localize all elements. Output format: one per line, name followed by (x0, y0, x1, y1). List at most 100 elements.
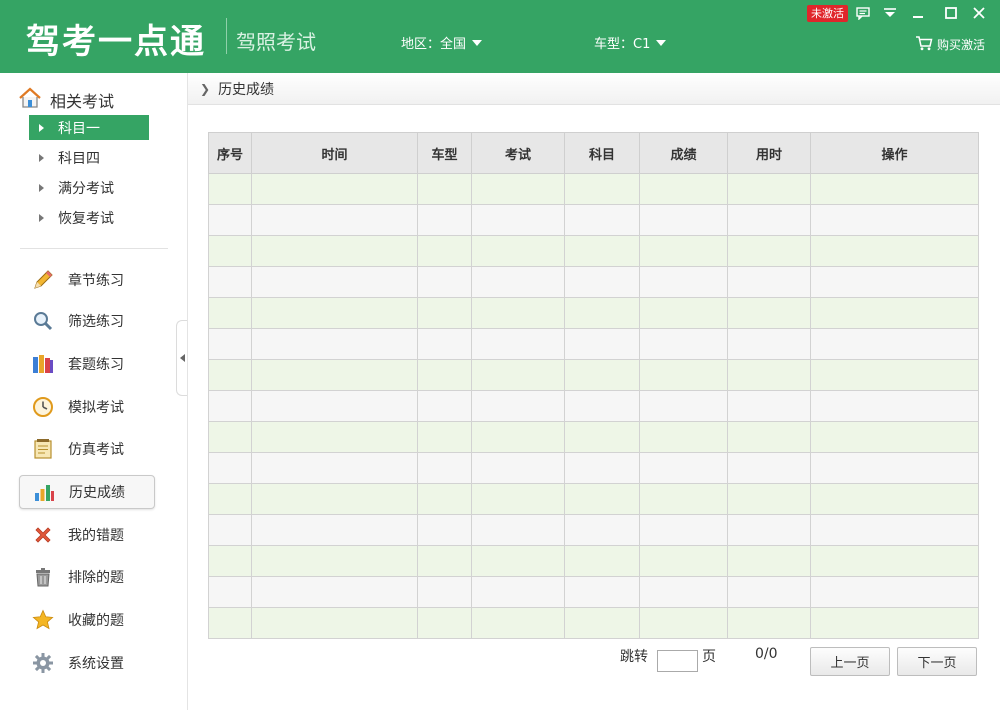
table-cell (639, 266, 728, 298)
buy-activation-button[interactable]: 购买激活 (915, 35, 985, 54)
table-cell (564, 297, 640, 329)
table-cell (727, 421, 811, 453)
nav-item-label: 收藏的题 (68, 613, 124, 629)
nav-item-system-settings[interactable]: 系统设置 (19, 646, 155, 680)
table-cell (251, 173, 418, 205)
sub-item-full-score-exam[interactable]: 满分考试 (29, 175, 149, 200)
table-cell (251, 514, 418, 546)
table-cell (564, 390, 640, 422)
sub-item-label: 科目一 (58, 120, 100, 137)
table-row[interactable] (208, 173, 979, 205)
maximize-icon[interactable] (941, 4, 961, 22)
page-jump-input[interactable] (657, 650, 698, 672)
table-cell (810, 576, 979, 608)
table-cell (564, 328, 640, 360)
table-cell (564, 607, 640, 639)
table-cell (564, 173, 640, 205)
close-icon[interactable] (969, 4, 989, 22)
table-row[interactable] (208, 607, 979, 639)
prev-page-button[interactable]: 上一页 (810, 647, 890, 676)
table-cell (471, 266, 565, 298)
table-cell (639, 421, 728, 453)
minimize-icon[interactable] (908, 4, 928, 22)
nav-item-history-scores[interactable]: 历史成绩 (19, 475, 155, 509)
nav-item-label: 排除的题 (68, 570, 124, 586)
activation-badge[interactable]: 未激活 (807, 5, 848, 22)
table-cell (639, 545, 728, 577)
table-cell (251, 235, 418, 267)
table-cell (251, 328, 418, 360)
nav-item-label: 仿真考试 (68, 442, 124, 458)
menu-dropdown-icon[interactable] (880, 4, 900, 22)
pencil-icon (30, 267, 56, 293)
table-cell (208, 297, 252, 329)
table-row[interactable] (208, 514, 979, 546)
table-cell (251, 452, 418, 484)
table-cell (251, 390, 418, 422)
table-cell (417, 297, 472, 329)
table-cell (810, 421, 979, 453)
table-cell (639, 483, 728, 515)
breadcrumb: ❯ 历史成绩 (188, 73, 1000, 105)
table-row[interactable] (208, 266, 979, 298)
table-row[interactable] (208, 576, 979, 608)
table-cell (810, 266, 979, 298)
table-row[interactable] (208, 297, 979, 329)
table-cell (417, 173, 472, 205)
table-cell (208, 514, 252, 546)
sub-item-kemu4[interactable]: 科目四 (29, 145, 149, 170)
sub-item-label: 科目四 (58, 150, 100, 167)
nav-item-excluded-questions[interactable]: 排除的题 (19, 560, 155, 594)
table-row[interactable] (208, 545, 979, 577)
chevron-left-icon (179, 354, 185, 362)
table-row[interactable] (208, 328, 979, 360)
table-row[interactable] (208, 452, 979, 484)
nav-item-my-wrong-questions[interactable]: 我的错题 (19, 518, 155, 552)
column-header-duration[interactable]: 用时 (727, 132, 811, 174)
column-header-subject[interactable]: 科目 (564, 132, 640, 174)
table-cell (471, 421, 565, 453)
column-header-index[interactable]: 序号 (208, 132, 252, 174)
next-page-button[interactable]: 下一页 (897, 647, 977, 676)
sub-item-recovery-exam[interactable]: 恢复考试 (29, 205, 149, 230)
notepad-icon (30, 436, 56, 462)
table-cell (251, 545, 418, 577)
region-dropdown[interactable]: 地区：全国 (401, 33, 483, 52)
table-cell (639, 514, 728, 546)
table-cell (564, 359, 640, 391)
page-status: 0/0 (755, 646, 778, 662)
table-cell (251, 359, 418, 391)
sub-item-label: 满分考试 (58, 180, 114, 197)
nav-item-mock-exam[interactable]: 模拟考试 (19, 390, 155, 424)
table-cell (727, 328, 811, 360)
nav-item-set-practice[interactable]: 套题练习 (19, 347, 155, 381)
table-cell (417, 359, 472, 391)
chevron-right-icon (39, 183, 44, 192)
column-header-cartype[interactable]: 车型 (417, 132, 472, 174)
sub-item-kemu1[interactable]: 科目一 (29, 115, 149, 140)
magnifier-icon (30, 308, 56, 334)
trash-icon (30, 564, 56, 590)
column-header-time[interactable]: 时间 (251, 132, 418, 174)
message-icon[interactable] (853, 4, 873, 22)
table-row[interactable] (208, 204, 979, 236)
table-cell (727, 390, 811, 422)
column-header-score[interactable]: 成绩 (639, 132, 728, 174)
nav-item-favorite-questions[interactable]: 收藏的题 (19, 603, 155, 637)
nav-item-chapter-practice[interactable]: 章节练习 (19, 263, 155, 297)
sidebar-collapse-handle[interactable] (176, 320, 187, 396)
chevron-down-icon (656, 40, 667, 46)
table-row[interactable] (208, 359, 979, 391)
nav-item-simulation-exam[interactable]: 仿真考试 (19, 432, 155, 466)
chevron-right-icon: ❯ (200, 81, 211, 96)
table-cell (727, 514, 811, 546)
table-row[interactable] (208, 483, 979, 515)
cartype-dropdown[interactable]: 车型：C1 (594, 33, 667, 52)
table-row[interactable] (208, 421, 979, 453)
table-row[interactable] (208, 390, 979, 422)
table-row[interactable] (208, 235, 979, 267)
table-cell (471, 576, 565, 608)
nav-item-filter-practice[interactable]: 筛选练习 (19, 304, 155, 338)
column-header-action[interactable]: 操作 (810, 132, 979, 174)
column-header-exam[interactable]: 考试 (471, 132, 565, 174)
